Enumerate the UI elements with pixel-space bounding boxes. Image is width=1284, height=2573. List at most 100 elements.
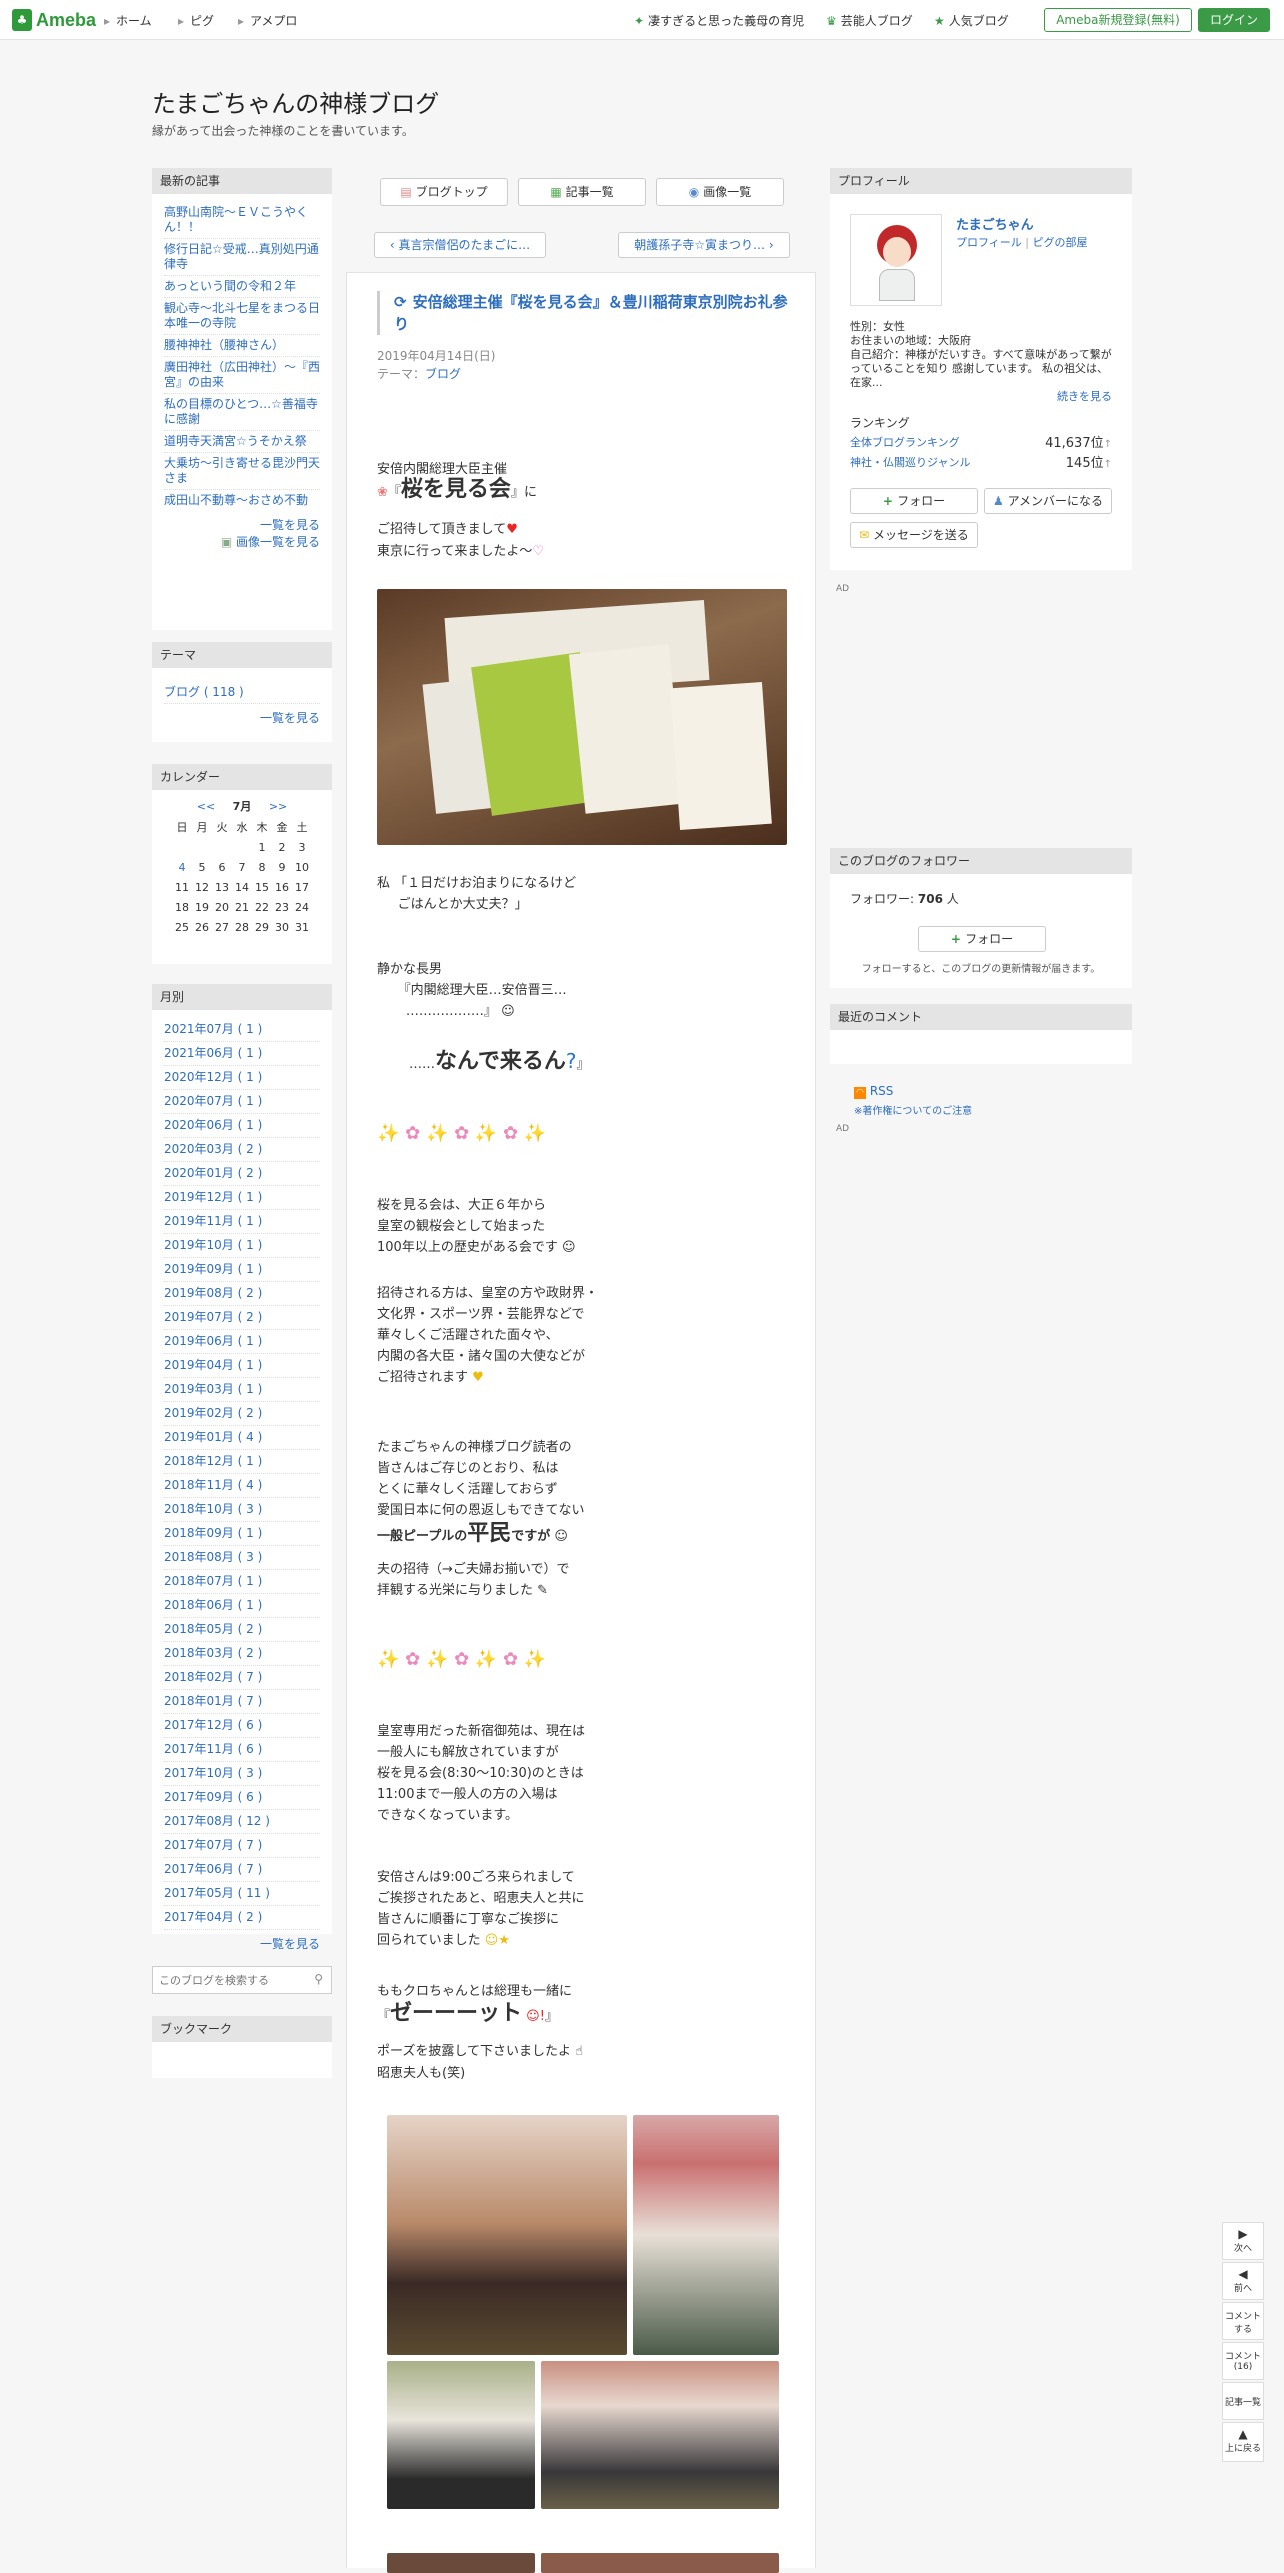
blog-search[interactable]: ⚲ bbox=[152, 1966, 332, 1994]
calendar-prev-link[interactable]: << bbox=[197, 800, 215, 813]
archive-more-link[interactable]: 一覧を見る bbox=[164, 1936, 320, 1952]
float-top-button[interactable]: ▲ 上に戻る bbox=[1222, 2422, 1264, 2462]
archive-month-link[interactable]: 2021年07月 ( 1 ) bbox=[164, 1018, 320, 1042]
pig-room-link[interactable]: ピグの部屋 bbox=[1033, 236, 1088, 249]
archive-month-link[interactable]: 2020年07月 ( 1 ) bbox=[164, 1090, 320, 1114]
profile-link[interactable]: プロフィール bbox=[956, 236, 1022, 249]
calendar-day[interactable]: 4 bbox=[172, 858, 192, 878]
amember-button[interactable]: ♟ アメンバーになる bbox=[984, 488, 1112, 514]
archive-month-link[interactable]: 2017年10月 ( 3 ) bbox=[164, 1762, 320, 1786]
avatar[interactable] bbox=[850, 214, 942, 306]
archive-month-link[interactable]: 2020年12月 ( 1 ) bbox=[164, 1066, 320, 1090]
prev-article-button[interactable]: ‹ 真言宗僧侶のたまごに… bbox=[374, 232, 546, 258]
archive-month-link[interactable]: 2019年03月 ( 1 ) bbox=[164, 1378, 320, 1402]
archive-month-link[interactable]: 2018年02月 ( 7 ) bbox=[164, 1666, 320, 1690]
float-next-button[interactable]: ▶ 次へ bbox=[1222, 2222, 1264, 2260]
recent-post-link[interactable]: 腰神神社（腰神さん） bbox=[164, 335, 320, 357]
event-photo-5[interactable] bbox=[387, 2553, 535, 2573]
float-comments-button[interactable]: コメント(16) bbox=[1222, 2342, 1264, 2380]
archive-month-link[interactable]: 2019年02月 ( 2 ) bbox=[164, 1402, 320, 1426]
archive-month-link[interactable]: 2018年12月 ( 1 ) bbox=[164, 1450, 320, 1474]
ameba-logo[interactable]: ♣ Ameba bbox=[12, 8, 96, 32]
archive-month-link[interactable]: 2017年11月 ( 6 ) bbox=[164, 1738, 320, 1762]
event-photo-6[interactable] bbox=[541, 2553, 779, 2573]
follow-button[interactable]: + フォロー bbox=[850, 488, 978, 514]
event-photo-3[interactable] bbox=[387, 2361, 535, 2509]
theme-more-link[interactable]: 一覧を見る bbox=[164, 710, 320, 726]
nav-amepro[interactable]: ▸ アメプロ bbox=[238, 12, 297, 29]
article-list-button[interactable]: ▦ 記事一覧 bbox=[518, 178, 646, 206]
recent-post-link[interactable]: 成田山不動尊～おさめ不動 bbox=[164, 490, 320, 511]
float-article-list-button[interactable]: 記事一覧 bbox=[1222, 2382, 1264, 2420]
celebrity-blog-link[interactable]: ♛ 芸能人ブログ bbox=[826, 12, 913, 29]
archive-month-link[interactable]: 2017年06月 ( 7 ) bbox=[164, 1858, 320, 1882]
recent-post-link[interactable]: 道明寺天満宮☆うそかえ祭 bbox=[164, 431, 320, 453]
archive-month-link[interactable]: 2018年05月 ( 2 ) bbox=[164, 1618, 320, 1642]
trending-link[interactable]: ✦ 凄すぎると思った義母の育児 bbox=[634, 12, 804, 29]
float-comment-button[interactable]: コメントする bbox=[1222, 2302, 1264, 2340]
recent-post-link[interactable]: 高野山南院～ＥＶこうやくん！！ bbox=[164, 202, 320, 239]
archive-month-link[interactable]: 2019年01月 ( 4 ) bbox=[164, 1426, 320, 1450]
genre-ranking-link[interactable]: 神社・仏閣巡りジャンル bbox=[850, 454, 970, 470]
blog-search-input[interactable] bbox=[153, 1967, 293, 1993]
archive-month-link[interactable]: 2020年01月 ( 2 ) bbox=[164, 1162, 320, 1186]
article-title[interactable]: ⟳ 安倍総理主催『桜を見る会』＆豊川稲荷東京別院お礼参り bbox=[377, 291, 791, 335]
recent-more-link[interactable]: 一覧を見る bbox=[164, 517, 320, 533]
recent-post-link[interactable]: 私の目標のひとつ…☆善福寺に感謝 bbox=[164, 394, 320, 431]
archive-month-link[interactable]: 2020年06月 ( 1 ) bbox=[164, 1114, 320, 1138]
archive-month-link[interactable]: 2018年03月 ( 2 ) bbox=[164, 1642, 320, 1666]
archive-month-link[interactable]: 2018年11月 ( 4 ) bbox=[164, 1474, 320, 1498]
profile-name[interactable]: たまごちゃん bbox=[956, 214, 1034, 233]
event-photo-1[interactable] bbox=[387, 2115, 627, 2355]
profile-more-link[interactable]: 続きを見る bbox=[1057, 390, 1112, 403]
blog-top-button[interactable]: ▤ ブログトップ bbox=[380, 178, 508, 206]
float-prev-button[interactable]: ◀ 前へ bbox=[1222, 2262, 1264, 2300]
archive-month-link[interactable]: 2017年07月 ( 7 ) bbox=[164, 1834, 320, 1858]
theme-link[interactable]: ブログ ( 118 ) bbox=[164, 682, 320, 704]
image-list-link[interactable]: 画像一覧を見る bbox=[236, 535, 320, 549]
article-theme-link[interactable]: ブログ bbox=[425, 367, 461, 381]
rss-link[interactable]: ◠ RSS bbox=[854, 1084, 893, 1099]
archive-month-link[interactable]: 2018年09月 ( 1 ) bbox=[164, 1522, 320, 1546]
recent-post-link[interactable]: 観心寺～北斗七星をまつる日本唯一の寺院 bbox=[164, 298, 320, 335]
event-photo-4[interactable] bbox=[541, 2361, 779, 2509]
archive-month-link[interactable]: 2018年07月 ( 1 ) bbox=[164, 1570, 320, 1594]
popular-blog-link[interactable]: ★ 人気ブログ bbox=[934, 12, 1009, 29]
event-photo-2[interactable] bbox=[633, 2115, 779, 2355]
archive-month-link[interactable]: 2017年09月 ( 6 ) bbox=[164, 1786, 320, 1810]
invitation-photo[interactable] bbox=[377, 589, 787, 845]
recent-post-link[interactable]: 修行日記☆受戒…真別処円通律寺 bbox=[164, 239, 320, 276]
login-button[interactable]: ログイン bbox=[1198, 8, 1270, 32]
calendar-next-link[interactable]: >> bbox=[269, 800, 287, 813]
archive-month-link[interactable]: 2021年06月 ( 1 ) bbox=[164, 1042, 320, 1066]
archive-month-link[interactable]: 2019年07月 ( 2 ) bbox=[164, 1306, 320, 1330]
archive-month-link[interactable]: 2019年12月 ( 1 ) bbox=[164, 1186, 320, 1210]
archive-month-link[interactable]: 2017年04月 ( 2 ) bbox=[164, 1906, 320, 1930]
archive-month-link[interactable]: 2017年08月 ( 12 ) bbox=[164, 1810, 320, 1834]
follow-button-2[interactable]: + フォロー bbox=[918, 926, 1046, 952]
blog-title[interactable]: たまごちゃんの神様ブログ bbox=[152, 84, 439, 119]
archive-month-link[interactable]: 2019年09月 ( 1 ) bbox=[164, 1258, 320, 1282]
search-icon[interactable]: ⚲ bbox=[314, 1972, 323, 1986]
copyright-link[interactable]: ※著作権についてのご注意 bbox=[854, 1102, 972, 1117]
recent-post-link[interactable]: 廣田神社（広田神社）～『西宮』の由来 bbox=[164, 357, 320, 394]
recent-post-link[interactable]: 大乗坊～引き寄せる毘沙門天さま bbox=[164, 453, 320, 490]
archive-month-link[interactable]: 2019年04月 ( 1 ) bbox=[164, 1354, 320, 1378]
image-list-button[interactable]: ◉ 画像一覧 bbox=[656, 178, 784, 206]
archive-month-link[interactable]: 2019年11月 ( 1 ) bbox=[164, 1210, 320, 1234]
archive-month-link[interactable]: 2020年03月 ( 2 ) bbox=[164, 1138, 320, 1162]
overall-ranking-link[interactable]: 全体ブログランキング bbox=[850, 434, 960, 450]
archive-month-link[interactable]: 2018年01月 ( 7 ) bbox=[164, 1690, 320, 1714]
archive-month-link[interactable]: 2018年10月 ( 3 ) bbox=[164, 1498, 320, 1522]
recent-post-link[interactable]: あっという間の令和２年 bbox=[164, 276, 320, 298]
nav-home[interactable]: ▸ ホーム bbox=[104, 12, 152, 29]
archive-month-link[interactable]: 2019年08月 ( 2 ) bbox=[164, 1282, 320, 1306]
archive-month-link[interactable]: 2018年08月 ( 3 ) bbox=[164, 1546, 320, 1570]
nav-pig[interactable]: ▸ ピグ bbox=[178, 12, 214, 29]
archive-month-link[interactable]: 2018年06月 ( 1 ) bbox=[164, 1594, 320, 1618]
archive-month-link[interactable]: 2017年12月 ( 6 ) bbox=[164, 1714, 320, 1738]
next-article-button[interactable]: 朝護孫子寺☆寅まつり… › bbox=[618, 232, 790, 258]
archive-month-link[interactable]: 2019年10月 ( 1 ) bbox=[164, 1234, 320, 1258]
archive-month-link[interactable]: 2019年06月 ( 1 ) bbox=[164, 1330, 320, 1354]
send-message-button[interactable]: ✉ メッセージを送る bbox=[850, 522, 978, 548]
